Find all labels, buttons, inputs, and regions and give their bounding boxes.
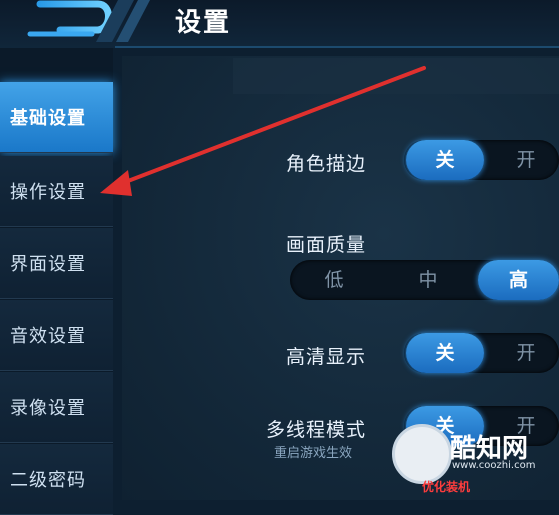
panel-header-strip <box>233 58 559 94</box>
outline-label: 角色描边 <box>286 153 367 175</box>
sidebar-item-label: 音效设置 <box>10 326 86 347</box>
quality-option-medium[interactable]: 中 <box>384 260 472 300</box>
watermark: 酷知网 www.coozhi.com 优化装机 <box>378 410 559 500</box>
top-bar: 设置 <box>0 0 559 48</box>
sidebar-item-interface[interactable]: 界面设置 <box>0 228 113 299</box>
sidebar-item-basic[interactable]: 基础设置 <box>0 82 113 153</box>
sidebar-item-label: 界面设置 <box>10 254 86 275</box>
sidebar-item-label: 基础设置 <box>10 108 86 129</box>
sidebar-item-label: 操作设置 <box>10 182 86 203</box>
sidebar-item-label: 录像设置 <box>10 398 86 419</box>
hd-label: 高清显示 <box>286 346 367 368</box>
sidebar-item-controls[interactable]: 操作设置 <box>0 156 113 227</box>
back-logo-icon[interactable] <box>0 0 175 48</box>
sidebar-item-replay[interactable]: 录像设置 <box>0 372 113 443</box>
sidebar: 基础设置 操作设置 界面设置 音效设置 录像设置 二级密码 <box>0 48 113 515</box>
outline-toggle[interactable]: 关 开 <box>404 140 559 180</box>
quality-selector[interactable]: 低 中 高 <box>290 260 559 300</box>
quality-option-high[interactable]: 高 <box>478 260 559 300</box>
multithread-label: 多线程模式 <box>266 419 367 441</box>
outline-option-on[interactable]: 开 <box>496 140 556 180</box>
page-title: 设置 <box>175 8 232 38</box>
sidebar-item-password[interactable]: 二级密码 <box>0 444 113 515</box>
quality-option-low[interactable]: 低 <box>290 260 378 300</box>
quality-label: 画面质量 <box>286 234 367 256</box>
watermark-logo-icon <box>392 424 452 484</box>
watermark-bottom: 优化装机 <box>422 480 471 494</box>
header-divider <box>115 46 559 48</box>
multithread-sublabel: 重启游戏生效 <box>274 446 353 461</box>
outline-option-off[interactable]: 关 <box>406 140 484 180</box>
hd-toggle[interactable]: 关 开 <box>404 333 559 373</box>
sidebar-item-sound[interactable]: 音效设置 <box>0 300 113 371</box>
hd-option-on[interactable]: 开 <box>496 333 556 373</box>
sidebar-item-label: 二级密码 <box>10 470 86 491</box>
hd-option-off[interactable]: 关 <box>406 333 484 373</box>
watermark-url: www.coozhi.com <box>452 460 536 471</box>
